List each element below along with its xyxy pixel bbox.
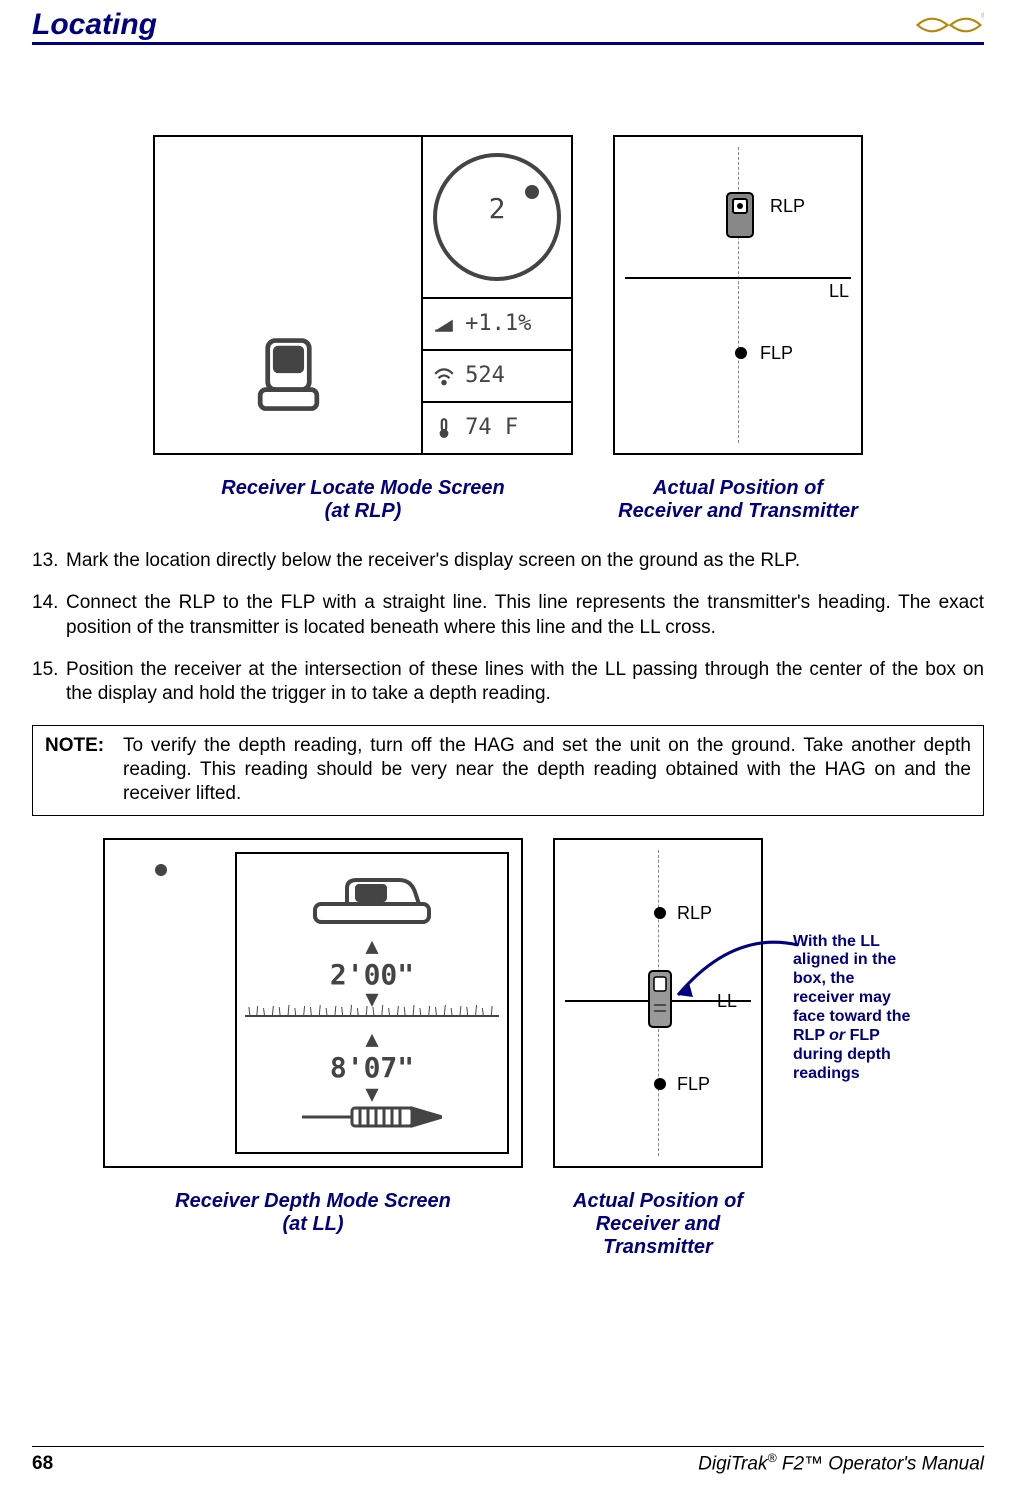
step-number: 13. xyxy=(32,549,66,573)
callout-or: or xyxy=(829,1027,845,1044)
flp-label: FLP xyxy=(760,344,793,362)
fig1-cap-left-l2: (at RLP) xyxy=(325,500,402,522)
locate-line xyxy=(625,277,851,279)
wifi-icon xyxy=(433,365,455,387)
fig2-cap-right-l1: Actual Position of xyxy=(573,1190,743,1212)
footer-title: DigiTrak® F2™ Operator's Manual xyxy=(698,1451,984,1475)
page-header: Locating ® xyxy=(32,8,984,45)
actual-position-1: RLP LL FLP xyxy=(613,135,863,455)
thermometer-icon xyxy=(433,417,455,439)
flp-dot xyxy=(735,347,747,359)
step-text: Position the receiver at the intersectio… xyxy=(66,658,984,707)
temp-value: 74 F xyxy=(465,417,518,439)
note-text: To verify the depth reading, turn off th… xyxy=(123,734,971,807)
fig2-cap-left-l1: Receiver Depth Mode Screen xyxy=(175,1190,451,1212)
depth-mode-screen: ▲ 2'00" ▼ xyxy=(103,838,523,1168)
ground-line-icon xyxy=(245,1004,499,1018)
up-arrow-icon-2: ▲ xyxy=(365,1029,378,1051)
note-box: NOTE: To verify the depth reading, turn … xyxy=(32,725,984,816)
figure-1: 2 +1.1% 524 xyxy=(32,135,984,455)
page-footer: 68 DigiTrak® F2™ Operator's Manual xyxy=(32,1446,984,1475)
receiver-top-icon xyxy=(241,333,336,423)
depth-value-top: 2'00" xyxy=(330,961,414,989)
brand-logo: ® xyxy=(914,10,984,40)
step-text: Mark the location directly below the rec… xyxy=(66,549,984,573)
signal-value: 524 xyxy=(465,365,505,387)
fig2-cap-left-l2: (at LL) xyxy=(282,1213,343,1235)
step-text: Connect the RLP to the FLP with a straig… xyxy=(66,591,984,640)
dial-position-dot xyxy=(525,185,539,199)
ll-label: LL xyxy=(829,282,849,300)
note-label: NOTE: xyxy=(45,734,109,807)
svg-text:®: ® xyxy=(981,12,984,20)
figure-1-captions: Receiver Locate Mode Screen (at RLP) Act… xyxy=(32,477,984,523)
fig1-cap-left-l1: Receiver Locate Mode Screen xyxy=(221,477,504,499)
step-14: 14. Connect the RLP to the FLP with a st… xyxy=(32,591,984,640)
drill-head-icon xyxy=(302,1102,442,1137)
page-number: 68 xyxy=(32,1453,53,1475)
figure-2: ▲ 2'00" ▼ xyxy=(32,838,984,1168)
rlp-label: RLP xyxy=(770,197,805,215)
step-number: 15. xyxy=(32,658,66,707)
section-title: Locating xyxy=(32,8,157,42)
flp-dot xyxy=(654,1078,666,1090)
fig1-cap-right-l1: Actual Position of xyxy=(653,477,823,499)
step-number: 14. xyxy=(32,591,66,640)
step-15: 15. Position the receiver at the interse… xyxy=(32,658,984,707)
instruction-steps: 13. Mark the location directly below the… xyxy=(32,549,984,707)
fig2-cap-right-l2: Receiver and Transmitter xyxy=(596,1213,721,1258)
clock-dial: 2 xyxy=(423,137,571,299)
receiver-side-icon xyxy=(307,874,437,934)
callout-text: With the LL aligned in the box, the rece… xyxy=(793,933,913,1084)
dial-value: 2 xyxy=(437,195,557,223)
depth-value-bottom: 8'07" xyxy=(330,1054,414,1082)
locate-mode-screen: 2 +1.1% 524 xyxy=(153,135,573,455)
callout-arrow-icon xyxy=(663,925,803,1015)
temp-cell: 74 F xyxy=(423,403,571,453)
rlp-dot xyxy=(654,907,666,919)
pitch-value: +1.1% xyxy=(465,313,531,335)
step-13: 13. Mark the location directly below the… xyxy=(32,549,984,573)
rlp-label: RLP xyxy=(677,904,712,922)
target-dot xyxy=(155,864,167,876)
flp-label: FLP xyxy=(677,1075,710,1093)
fig1-cap-right-l2: Receiver and Transmitter xyxy=(618,500,858,522)
pitch-cell: +1.1% xyxy=(423,299,571,351)
receiver-marker-icon xyxy=(717,187,763,243)
signal-cell: 524 xyxy=(423,351,571,403)
figure-2-captions: Receiver Depth Mode Screen (at LL) Actua… xyxy=(32,1190,984,1259)
up-arrow-icon: ▲ xyxy=(365,936,378,958)
pitch-icon xyxy=(433,313,455,335)
